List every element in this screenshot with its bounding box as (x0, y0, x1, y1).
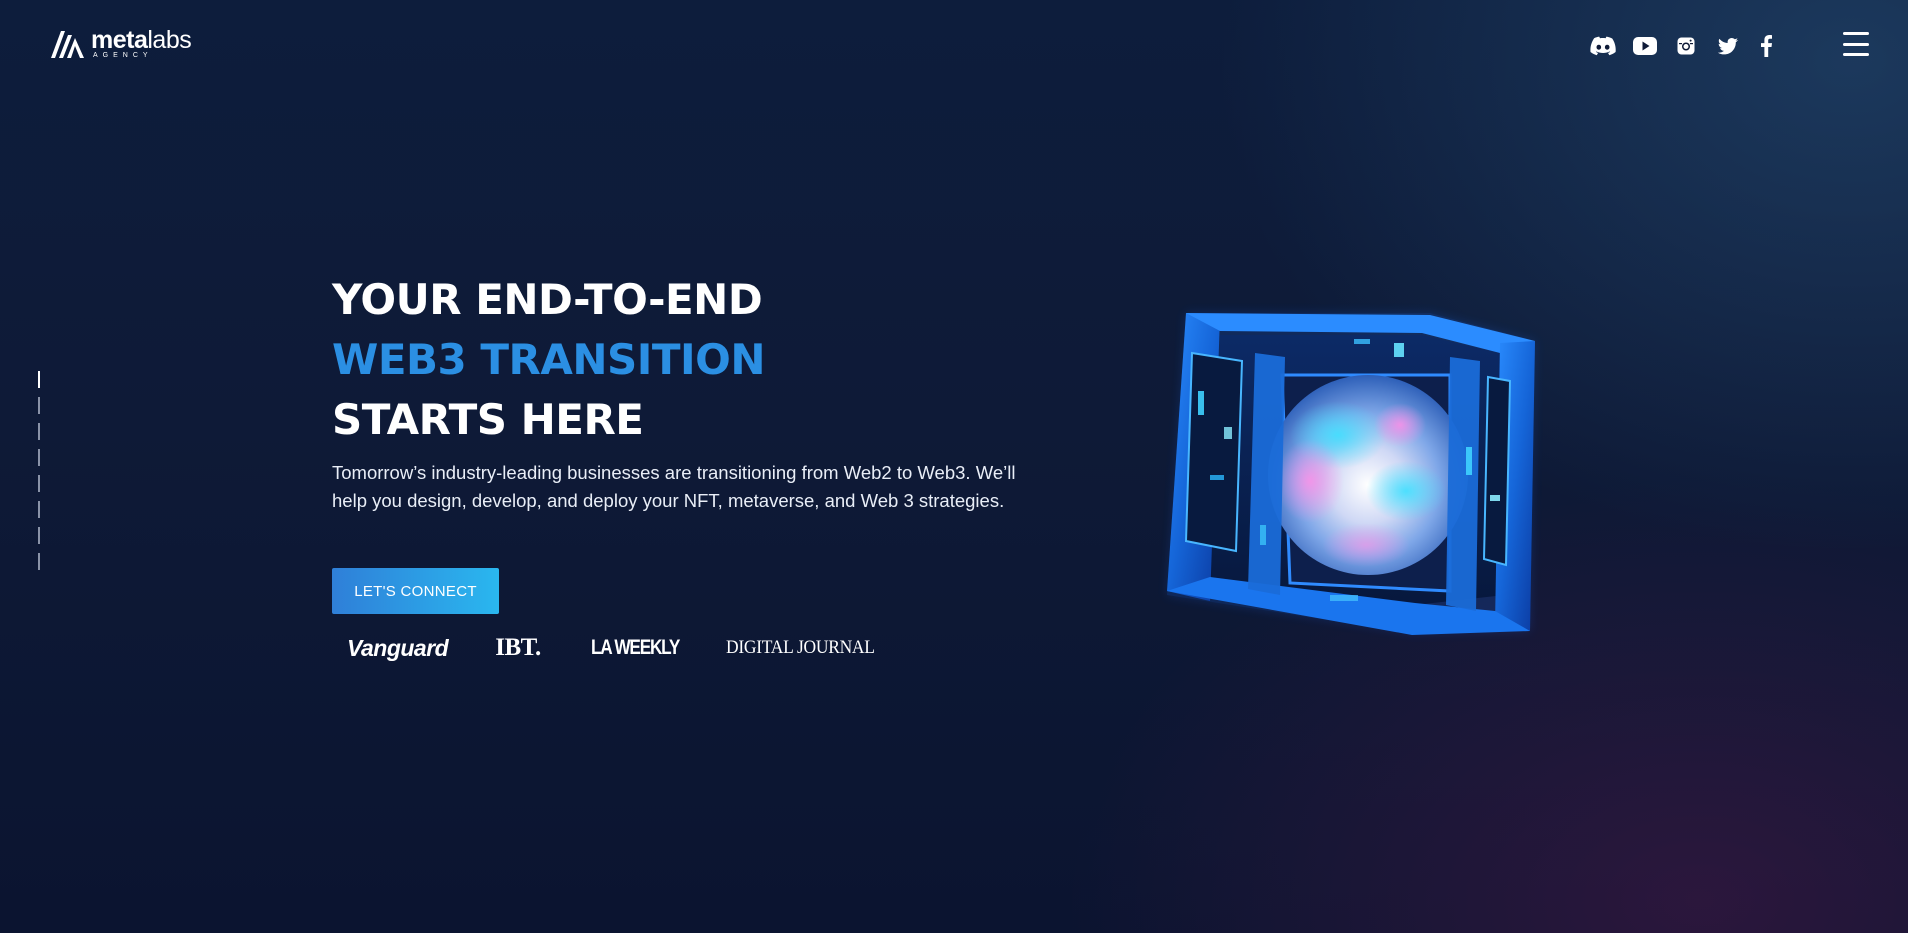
youtube-icon (1633, 37, 1657, 55)
press-logo-digital-journal: DIGITAL JOURNAL (726, 637, 875, 658)
press-logo-la-weekly: LA WEEKLY (590, 636, 680, 659)
brand-name-bold: meta (91, 26, 148, 54)
pager-dot[interactable] (38, 423, 40, 440)
pager-dot[interactable] (38, 527, 40, 544)
discord-icon (1590, 36, 1616, 56)
pager-dot[interactable] (38, 397, 40, 414)
facebook-icon (1760, 35, 1772, 57)
menu-bar (1843, 53, 1869, 56)
facebook-link[interactable] (1760, 33, 1772, 59)
menu-bar (1843, 32, 1869, 35)
brand-logo[interactable]: metalabs AGENCY (49, 26, 192, 60)
brand-name: metalabs (91, 26, 192, 54)
hero-title-line-1: YOUR END-TO-END (332, 275, 763, 324)
pager-dot[interactable] (38, 371, 40, 388)
pager-dot[interactable] (38, 553, 40, 570)
lets-connect-button[interactable]: LET'S CONNECT (332, 568, 499, 614)
social-links (1590, 33, 1772, 59)
metalabs-logo-icon (51, 30, 84, 58)
brand-name-light: labs (147, 26, 192, 54)
pager-dot[interactable] (38, 475, 40, 492)
hero-title: YOUR END-TO-END WEB3 TRANSITION STARTS H… (332, 270, 766, 450)
hero-title-line-3: STARTS HERE (332, 395, 644, 444)
instagram-icon (1677, 37, 1695, 55)
twitter-icon (1718, 37, 1738, 54)
hero-title-line-2: WEB3 TRANSITION (332, 335, 766, 384)
hamburger-menu-icon[interactable] (1843, 32, 1869, 56)
twitter-link[interactable] (1718, 33, 1738, 59)
menu-bar (1843, 42, 1869, 46)
instagram-link[interactable] (1677, 33, 1695, 59)
brand-subtitle: AGENCY (93, 52, 153, 59)
press-logo-ibt: IBT. (495, 634, 541, 661)
hero-description: Tomorrow’s industry-leading businesses a… (332, 462, 1016, 511)
brand-wordmark: metalabs AGENCY (91, 26, 192, 60)
press-logos: Vanguard IBT. LA WEEKLY DIGITAL JOURNAL (347, 632, 888, 664)
pager-dot[interactable] (38, 449, 40, 466)
discord-link[interactable] (1590, 33, 1616, 59)
section-pager (38, 371, 40, 570)
press-logo-vanguard: Vanguard (347, 634, 449, 661)
youtube-link[interactable] (1633, 33, 1657, 59)
pager-dot[interactable] (38, 501, 40, 518)
glass-cube-sphere-illustration (1150, 295, 1550, 645)
